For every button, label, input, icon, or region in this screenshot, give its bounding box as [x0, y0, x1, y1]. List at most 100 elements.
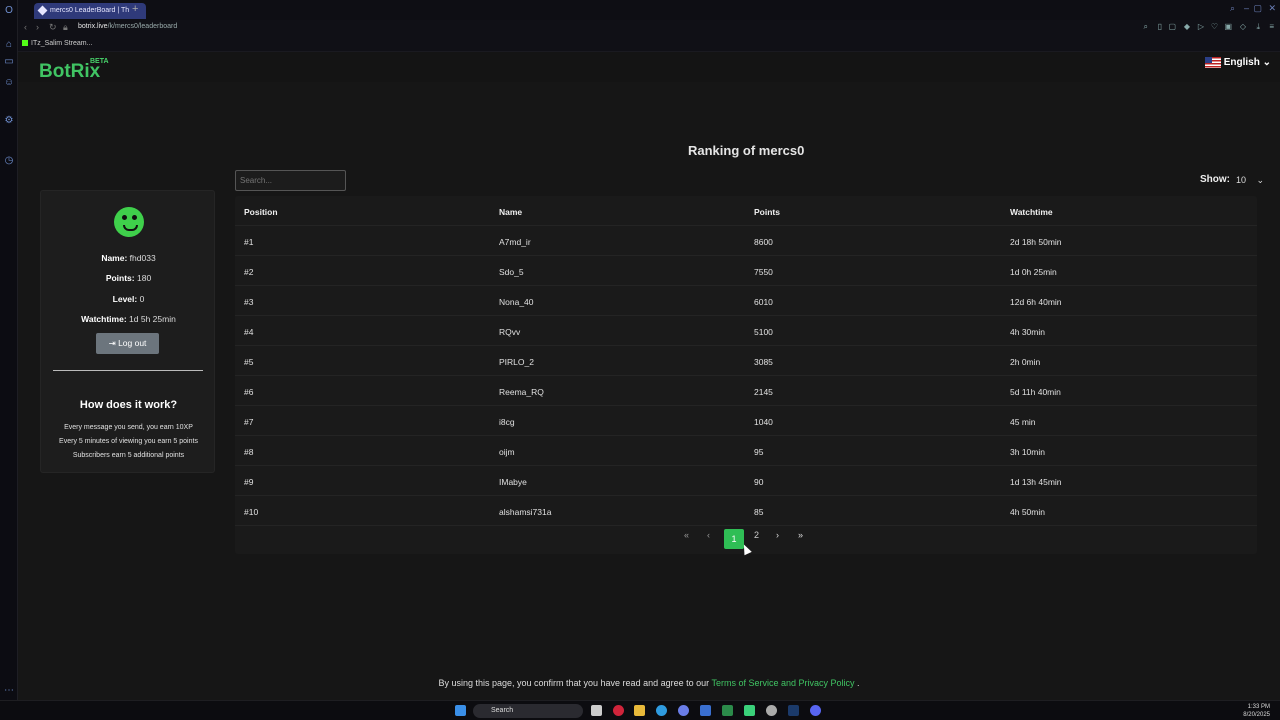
prev-page-icon[interactable]: ‹: [707, 530, 710, 540]
windows-start-icon[interactable]: [455, 705, 466, 716]
footer-end: .: [857, 678, 860, 688]
show-label: Show:: [1200, 174, 1230, 185]
excel-icon[interactable]: [722, 705, 733, 716]
home-icon[interactable]: ⌂: [3, 39, 15, 51]
watchtime-value: 1d 5h 25min: [129, 314, 176, 324]
page: BotRix BETA English ⌄ Ranking of mercs0 …: [18, 52, 1280, 700]
discord-icon[interactable]: [810, 705, 821, 716]
cell-points: 1040: [754, 417, 773, 427]
search-input[interactable]: [235, 170, 346, 191]
zoom-icon[interactable]: ⌕: [1144, 22, 1148, 32]
workspace-icon[interactable]: ▭: [3, 56, 15, 68]
how-line: Subscribers earn 5 additional points: [72, 452, 185, 459]
cell-watchtime: 1d 0h 25min: [1010, 267, 1057, 277]
store-icon[interactable]: [700, 705, 711, 716]
minimize-icon[interactable]: –: [1244, 3, 1249, 13]
cell-position: #3: [244, 297, 254, 307]
first-page-icon[interactable]: «: [684, 530, 689, 540]
cell-position: #9: [244, 477, 254, 487]
logout-button[interactable]: ⇥ Log out: [96, 333, 159, 354]
cell-points: 8600: [754, 237, 773, 247]
cell-watchtime: 3h 10min: [1010, 447, 1045, 457]
next-page-icon[interactable]: ›: [776, 530, 779, 540]
col-points[interactable]: Points: [754, 207, 780, 217]
task-view-icon[interactable]: [591, 705, 602, 716]
table-header: Position Name Points Watchtime: [235, 196, 1257, 226]
tab-bar: mercs0 LeaderBoard | Th + ⌕ – ▢ ✕: [18, 0, 1280, 20]
vpn-icon[interactable]: ◆: [1184, 22, 1190, 31]
language-label: English: [1223, 57, 1260, 69]
taskbar-search[interactable]: Search: [473, 704, 583, 718]
edge-icon[interactable]: [656, 705, 667, 716]
show-select[interactable]: 10 ⌄: [1232, 170, 1268, 190]
table-row: #9 IMabye 90 1d 13h 45min: [235, 466, 1257, 496]
menu-icon[interactable]: ≡: [1269, 22, 1274, 31]
name-value: fhd033: [129, 253, 156, 263]
col-watchtime[interactable]: Watchtime: [1010, 207, 1053, 217]
logout-label: Log out: [118, 338, 147, 348]
how-title: How does it work?: [79, 399, 178, 411]
table-row: #10 alshamsi731a 85 4h 50min: [235, 496, 1257, 526]
terms-link[interactable]: Terms of Service and Privacy Policy: [711, 678, 854, 688]
col-position[interactable]: Position: [244, 207, 278, 217]
profile-card: Name: fhd033 Points: 180 Level: 0 Watcht…: [40, 190, 215, 473]
snapshot-icon[interactable]: ▢: [1168, 22, 1176, 31]
cell-position: #10: [244, 507, 259, 517]
show-value: 10: [1236, 175, 1247, 185]
language-selector[interactable]: English ⌄: [1204, 57, 1271, 69]
reload-icon[interactable]: ↻: [49, 22, 57, 33]
how-line: Every 5 minutes of viewing you earn 5 po…: [59, 438, 198, 445]
forward-icon[interactable]: ›: [36, 22, 39, 32]
back-icon[interactable]: ‹: [24, 22, 27, 32]
new-tab-icon[interactable]: +: [132, 3, 138, 15]
name-label: Name:: [101, 253, 128, 263]
cell-position: #4: [244, 327, 254, 337]
people-icon[interactable]: ☺: [3, 77, 15, 89]
url-field[interactable]: botrix.live/k/mercs0/leaderboard: [78, 23, 177, 30]
cell-points: 5100: [754, 327, 773, 337]
col-name[interactable]: Name: [499, 207, 522, 217]
close-icon[interactable]: ✕: [1268, 3, 1276, 14]
last-page-icon[interactable]: »: [798, 530, 803, 540]
heart-icon[interactable]: ♡: [1211, 22, 1218, 31]
app-icon[interactable]: [744, 705, 755, 716]
cell-points: 90: [754, 477, 764, 487]
download-icon[interactable]: ⤓: [1256, 22, 1260, 32]
avatar: [114, 207, 144, 237]
clock[interactable]: 1:33 PM 8/20/2025: [1243, 703, 1270, 719]
pin-icon[interactable]: ▯: [1158, 22, 1162, 31]
tab-favicon-icon: [37, 5, 48, 16]
browser-sidebar: O ⌂ ▭ ☺ ⚙ ◷ ⋯: [0, 0, 18, 700]
opera-icon[interactable]: [613, 705, 624, 716]
play-icon[interactable]: ▷: [1198, 22, 1204, 31]
lock-icon[interactable]: 🔒︎: [63, 22, 68, 33]
taskbar: Search 1:33 PM 8/20/2025: [0, 700, 1280, 720]
cell-position: #1: [244, 237, 254, 247]
cell-name: PIRLO_2: [499, 357, 534, 367]
steam-icon[interactable]: [788, 705, 799, 716]
kick-icon: [22, 40, 28, 47]
bookmark-item[interactable]: ITz_Salim Stream...: [22, 40, 92, 47]
settings-app-icon[interactable]: [766, 705, 777, 716]
history-icon[interactable]: ◷: [3, 155, 15, 167]
profile-name: Name: fhd033: [41, 253, 216, 263]
extensions-icon[interactable]: ◇: [1240, 22, 1246, 31]
cell-watchtime: 4h 50min: [1010, 507, 1045, 517]
file-explorer-icon[interactable]: [634, 705, 645, 716]
cell-name: A7md_ir: [499, 237, 531, 247]
page-2-button[interactable]: 2: [754, 530, 759, 540]
cell-name: oijm: [499, 447, 515, 457]
logout-icon: ⇥: [108, 338, 116, 348]
more-icon[interactable]: ⋯: [3, 685, 15, 697]
cell-watchtime: 45 min: [1010, 417, 1036, 427]
botrix-logo[interactable]: BotRix BETA: [39, 58, 109, 83]
table-row: #6 Reema_RQ 2145 5d 11h 40min: [235, 376, 1257, 406]
maximize-icon[interactable]: ▢: [1253, 3, 1262, 14]
search-tabs-icon[interactable]: ⌕: [1230, 3, 1235, 14]
settings-icon[interactable]: ⚙: [3, 115, 15, 127]
opera-logo-icon[interactable]: O: [3, 5, 15, 17]
copilot-icon[interactable]: [678, 705, 689, 716]
cell-points: 95: [754, 447, 764, 457]
wallet-icon[interactable]: ▣: [1224, 22, 1232, 31]
active-tab[interactable]: mercs0 LeaderBoard | Th: [34, 3, 146, 19]
